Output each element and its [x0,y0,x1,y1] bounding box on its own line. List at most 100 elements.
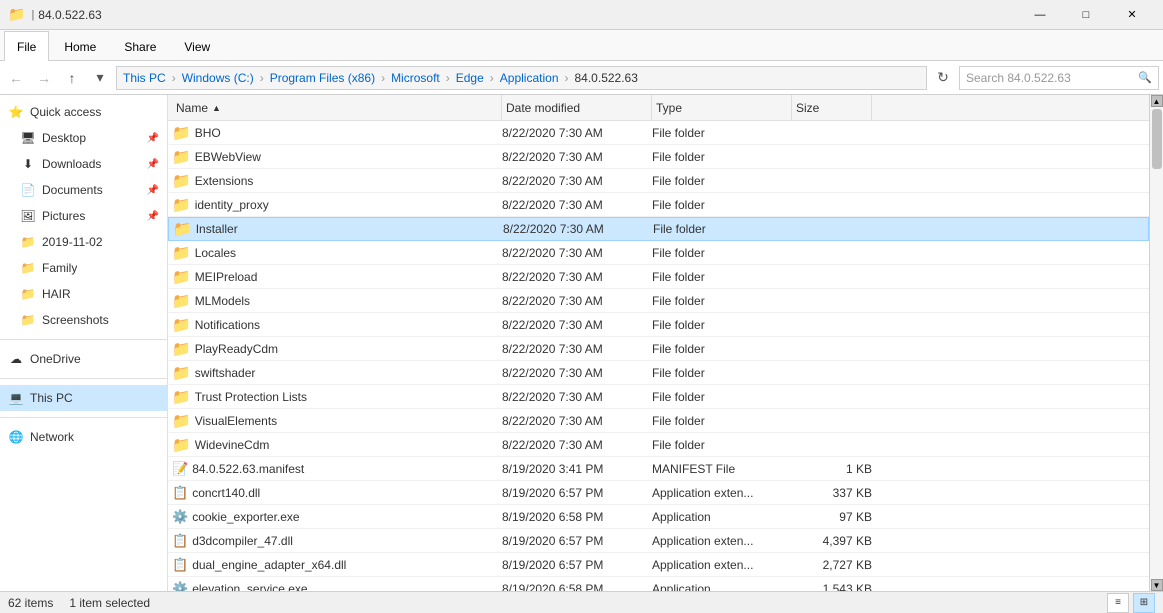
col-header-date[interactable]: Date modified [502,95,652,120]
table-row[interactable]: 📁 Trust Protection Lists 8/22/2020 7:30 … [168,385,1149,409]
tab-share[interactable]: Share [111,31,169,61]
file-date: 8/22/2020 7:30 AM [502,366,603,380]
sidebar-item-2019[interactable]: 📁 2019-11-02 [0,229,167,255]
table-row[interactable]: 📁 Locales 8/22/2020 7:30 AM File folder [168,241,1149,265]
file-name-cell: 📁 WidevineCdm [172,436,502,454]
file-date: 8/22/2020 7:30 AM [502,126,603,140]
file-date: 8/22/2020 7:30 AM [502,150,603,164]
file-name: BHO [195,126,221,140]
scroll-thumb[interactable] [1152,109,1162,169]
file-name: Extensions [195,174,254,188]
file-size: 4,397 KB [823,534,872,548]
tab-view[interactable]: View [171,31,223,61]
up-button[interactable]: ↑ [60,66,84,90]
table-row[interactable]: 📁 Extensions 8/22/2020 7:30 AM File fold… [168,169,1149,193]
dll-icon: 📋 [172,533,188,549]
table-row[interactable]: 📁 BHO 8/22/2020 7:30 AM File folder [168,121,1149,145]
sidebar-item-downloads[interactable]: ⬇ Downloads 📌 [0,151,167,177]
details-view-button[interactable]: ≡ [1107,593,1129,613]
table-row[interactable]: 📁 Installer 8/22/2020 7:30 AM File folde… [168,217,1149,241]
table-row[interactable]: ⚙️ cookie_exporter.exe 8/19/2020 6:58 PM… [168,505,1149,529]
sep6: › [565,71,569,85]
table-row[interactable]: 📁 Notifications 8/22/2020 7:30 AM File f… [168,313,1149,337]
file-name: PlayReadyCdm [195,342,278,356]
sidebar-item-desktop[interactable]: 🖥 Desktop 📌 [0,125,167,151]
breadcrumb-version[interactable]: 84.0.522.63 [575,71,638,85]
maximize-button[interactable]: □ [1063,0,1109,30]
sidebar-item-family[interactable]: 📁 Family [0,255,167,281]
sidebar-item-this-pc[interactable]: 💻 This PC [0,385,167,411]
search-box[interactable]: Search 84.0.522.63 🔍 [959,66,1159,90]
sidebar-item-quick-access[interactable]: ⭐ Quick access [0,99,167,125]
table-row[interactable]: 📁 identity_proxy 8/22/2020 7:30 AM File … [168,193,1149,217]
sidebar-item-network[interactable]: 🌐 Network [0,424,167,450]
breadcrumb-thispc[interactable]: This PC [123,71,166,85]
sidebar-item-screenshots[interactable]: 📁 Screenshots [0,307,167,333]
file-type: Application exten... [652,486,753,500]
file-type-cell: File folder [652,318,792,332]
table-row[interactable]: 📁 WidevineCdm 8/22/2020 7:30 AM File fol… [168,433,1149,457]
table-row[interactable]: 📁 MEIPreload 8/22/2020 7:30 AM File fold… [168,265,1149,289]
breadcrumb-windows[interactable]: Windows (C:) [182,71,254,85]
table-row[interactable]: 📋 concrt140.dll 8/19/2020 6:57 PM Applic… [168,481,1149,505]
scroll-down-button[interactable]: ▼ [1151,579,1163,591]
table-row[interactable]: 📋 d3dcompiler_47.dll 8/19/2020 6:57 PM A… [168,529,1149,553]
file-date-cell: 8/22/2020 7:30 AM [502,198,652,212]
file-size: 1 KB [846,462,872,476]
col-header-type[interactable]: Type [652,95,792,120]
file-date-cell: 8/22/2020 7:30 AM [502,366,652,380]
sidebar-item-documents[interactable]: 📄 Documents 📌 [0,177,167,203]
breadcrumb-application[interactable]: Application [500,71,559,85]
file-type: File folder [652,366,705,380]
file-date: 8/22/2020 7:30 AM [502,246,603,260]
file-list-header: Name ▲ Date modified Type Size [168,95,1149,121]
tab-home[interactable]: Home [51,31,109,61]
sidebar-item-onedrive[interactable]: ☁ OneDrive [0,346,167,372]
exe-icon: ⚙️ [172,509,188,525]
file-date: 8/22/2020 7:30 AM [503,222,604,236]
file-type-cell: File folder [652,150,792,164]
file-size: 1,543 KB [823,582,872,592]
file-name-cell: 📁 Locales [172,244,502,262]
back-button[interactable]: ← [4,66,28,90]
file-type-cell: File folder [652,438,792,452]
minimize-button[interactable]: — [1017,0,1063,30]
scroll-up-button[interactable]: ▲ [1151,95,1163,107]
file-date-cell: 8/22/2020 7:30 AM [502,294,652,308]
file-name-cell: ⚙️ cookie_exporter.exe [172,509,502,525]
tab-file[interactable]: File [4,31,49,61]
file-date-cell: 8/19/2020 6:57 PM [502,486,652,500]
recent-button[interactable]: ▾ [88,66,112,90]
table-row[interactable]: 📁 swiftshader 8/22/2020 7:30 AM File fol… [168,361,1149,385]
table-row[interactable]: 📁 PlayReadyCdm 8/22/2020 7:30 AM File fo… [168,337,1149,361]
sep5: › [490,71,494,85]
file-type: File folder [652,126,705,140]
scrollbar[interactable]: ▲ ▼ [1149,95,1163,591]
sep2: › [260,71,264,85]
address-box[interactable]: This PC › Windows (C:) › Program Files (… [116,66,927,90]
sidebar-item-hair[interactable]: 📁 HAIR [0,281,167,307]
file-type: Application [652,510,711,524]
breadcrumb-edge[interactable]: Edge [456,71,484,85]
network-icon: 🌐 [8,429,24,445]
file-name-cell: 📋 d3dcompiler_47.dll [172,533,502,549]
table-row[interactable]: ⚙️ elevation_service.exe 8/19/2020 6:58 … [168,577,1149,591]
breadcrumb-programfiles[interactable]: Program Files (x86) [270,71,375,85]
table-row[interactable]: 📋 dual_engine_adapter_x64.dll 8/19/2020 … [168,553,1149,577]
sidebar-section-quick: ⭐ Quick access 🖥 Desktop 📌 ⬇ Downloads 📌… [0,95,167,337]
table-row[interactable]: 📁 VisualElements 8/22/2020 7:30 AM File … [168,409,1149,433]
tiles-view-button[interactable]: ⊞ [1133,593,1155,613]
table-row[interactable]: 📁 EBWebView 8/22/2020 7:30 AM File folde… [168,145,1149,169]
sidebar-item-pictures[interactable]: 🖼 Pictures 📌 [0,203,167,229]
file-date: 8/19/2020 6:58 PM [502,582,603,592]
close-button[interactable]: ✕ [1109,0,1155,30]
col-header-name[interactable]: Name ▲ [172,95,502,120]
table-row[interactable]: 📝 84.0.522.63.manifest 8/19/2020 3:41 PM… [168,457,1149,481]
file-type-cell: File folder [652,366,792,380]
file-name: cookie_exporter.exe [192,510,299,524]
col-header-size[interactable]: Size [792,95,872,120]
refresh-button[interactable]: ↻ [931,66,955,90]
breadcrumb-microsoft[interactable]: Microsoft [391,71,440,85]
table-row[interactable]: 📁 MLModels 8/22/2020 7:30 AM File folder [168,289,1149,313]
forward-button[interactable]: → [32,66,56,90]
